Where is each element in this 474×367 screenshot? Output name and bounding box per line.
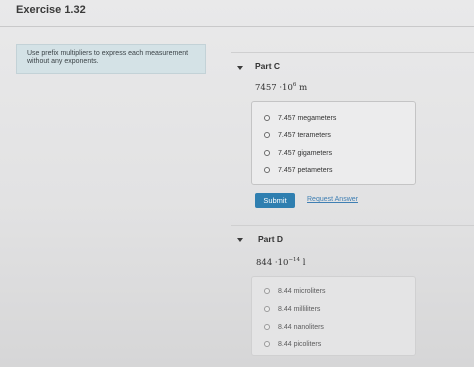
request-answer-link[interactable]: Request Answer <box>307 196 358 203</box>
option-label: 8.44 nanoliters <box>278 323 324 331</box>
radio-button-icon[interactable] <box>264 324 270 330</box>
radio-button-icon[interactable] <box>264 306 270 312</box>
instructions-box: Use prefix multipliers to express each m… <box>16 44 206 74</box>
option-label: 7.457 petameters <box>278 166 333 174</box>
radio-button-icon[interactable] <box>264 115 270 121</box>
option-gigameters[interactable]: 7.457 gigameters <box>264 147 332 159</box>
exercise-title: Exercise 1.32 <box>16 4 86 16</box>
option-nanoliters[interactable]: 8.44 nanoliters <box>264 321 324 333</box>
expression-exponent: 6 <box>292 82 297 88</box>
option-microliters[interactable]: 8.44 microliters <box>264 285 325 297</box>
expression-base: 844 ·10 <box>256 258 289 268</box>
radio-button-icon[interactable] <box>264 341 270 347</box>
option-label: 7.457 gigameters <box>278 149 333 157</box>
header-divider <box>0 26 474 27</box>
option-label: 8.44 milliliters <box>278 305 321 313</box>
option-label: 8.44 picoliters <box>278 340 322 348</box>
radio-button-icon[interactable] <box>264 167 270 173</box>
radio-button-icon[interactable] <box>264 288 270 294</box>
part-d-divider <box>231 225 474 226</box>
option-picoliters[interactable]: 8.44 picoliters <box>264 338 321 350</box>
part-d-header[interactable]: Part D <box>258 234 283 244</box>
submit-button[interactable]: Submit <box>255 193 295 208</box>
part-c-header[interactable]: Part C <box>255 61 280 71</box>
part-d-expression: 844 ·10−14 l <box>256 257 306 268</box>
part-d-options: 8.44 microliters 8.44 milliliters 8.44 n… <box>251 276 416 356</box>
radio-button-icon[interactable] <box>264 132 270 138</box>
option-label: 7.457 terameters <box>278 131 331 139</box>
expression-base: 7457 ·10 <box>255 83 293 93</box>
option-label: 8.44 microliters <box>278 287 326 295</box>
part-c-expression: 7457 ·106 m <box>255 82 308 93</box>
option-milliliters[interactable]: 8.44 milliliters <box>264 303 320 315</box>
option-label: 7.457 megameters <box>278 114 337 122</box>
collapse-caret-icon[interactable] <box>237 66 243 70</box>
option-terameters[interactable]: 7.457 terameters <box>264 129 331 141</box>
instructions-text: Use prefix multipliers to express each m… <box>27 50 189 65</box>
radio-button-icon[interactable] <box>264 150 270 156</box>
expression-unit: l <box>302 258 306 268</box>
part-c-options: 7.457 megameters 7.457 terameters 7.457 … <box>251 101 416 185</box>
option-megameters[interactable]: 7.457 megameters <box>264 112 336 124</box>
expression-unit: m <box>299 83 308 93</box>
collapse-caret-icon[interactable] <box>237 238 243 242</box>
expression-exponent: −14 <box>288 257 301 263</box>
option-petameters[interactable]: 7.457 petameters <box>264 164 332 176</box>
part-c-divider <box>231 52 474 53</box>
